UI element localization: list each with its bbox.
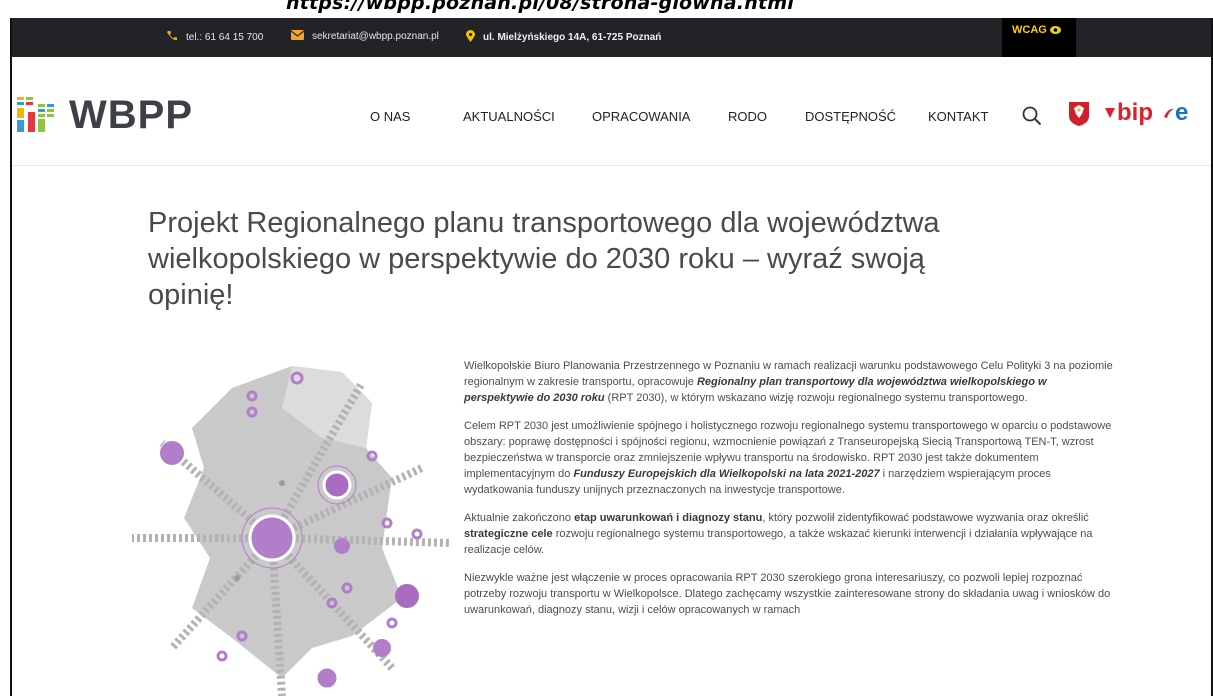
search-icon[interactable] [1022,106,1042,126]
logo-text: WBPP [69,93,193,137]
e-service-label: e [1175,99,1189,126]
nav-item-o-nas[interactable]: O NAS [370,109,410,124]
paragraph-status: Aktualnie zakończono etap uwarunkowań i … [464,512,1093,556]
email-text: sekretariat@wbpp.poznan.pl [312,31,439,42]
nav-item-opracowania[interactable]: OPRACOWANIA [592,109,690,124]
site-logo[interactable]: WBPP [17,95,193,135]
wbpp-logo-icon [17,97,54,132]
email-contact[interactable]: sekretariat@wbpp.poznan.pl [290,30,439,43]
region-map-shape [184,366,402,678]
main-navigation: WBPP O NAS AKTUALNOŚCI OPRACOWANIA RODO … [12,57,1211,166]
wcag-label: WCAG [1012,24,1047,36]
page-url-caption: https://wbpp.poznan.pl/08/strona-glowna.… [0,0,1213,18]
caption-text: https://wbpp.poznan.pl/08/strona-glowna.… [286,0,794,14]
stage-highlight: etap uwarunkowań i diagnozy stanu [574,512,763,524]
paragraph-goals: Celem RPT 2030 jest umożliwienie spójneg… [464,420,1112,496]
paragraph-consultation: Niezwykle ważne jest włączenie w proces … [464,572,1111,616]
address-contact: ul. Mielżyńskiego 14A, 61-725 Poznań [466,30,661,45]
bip-flag-icon [1105,108,1115,118]
wcag-button[interactable]: WCAG [1002,18,1076,57]
nav-item-dostepnosc[interactable]: DOSTĘPNOŚĆ [805,109,896,124]
phone-text: tel.: 61 64 15 700 [186,32,264,43]
e-service-swoosh-icon [1164,108,1174,118]
page-title: Projekt Regionalnego planu transportoweg… [148,207,940,311]
nav-item-kontakt[interactable]: KONTAKT [928,109,988,124]
phone-contact[interactable]: tel.: 61 64 15 700 [166,30,263,45]
transport-network-illustration [132,366,452,696]
phone-icon [166,30,178,45]
article-body: Wielkopolskie Biuro Planowania Przestrze… [464,358,1114,630]
bip-label: bip [1117,99,1153,126]
address-text: ul. Mielżyńskiego 14A, 61-725 Poznań [483,32,662,43]
pin-icon [466,30,475,45]
mail-icon [290,30,305,43]
top-info-bar: tel.: 61 64 15 700 sekretariat@wbpp.pozn… [12,18,1211,57]
eye-icon [1050,26,1061,34]
wielkopolska-coat-of-arms-icon[interactable] [1069,102,1089,126]
e-service-link[interactable]: e [1164,101,1188,125]
nav-item-aktualnosci[interactable]: AKTUALNOŚCI [463,109,555,124]
paragraph-intro: Wielkopolskie Biuro Planowania Przestrze… [464,360,1113,404]
nav-item-rodo[interactable]: RODO [728,109,767,124]
goals-highlight: strategiczne cele [464,528,553,540]
bip-link[interactable]: bip [1105,101,1153,125]
browser-frame: tel.: 61 64 15 700 sekretariat@wbpp.pozn… [10,18,1213,696]
eu-funds-program-title: Funduszy Europejskich dla Wielkopolski n… [573,468,880,480]
